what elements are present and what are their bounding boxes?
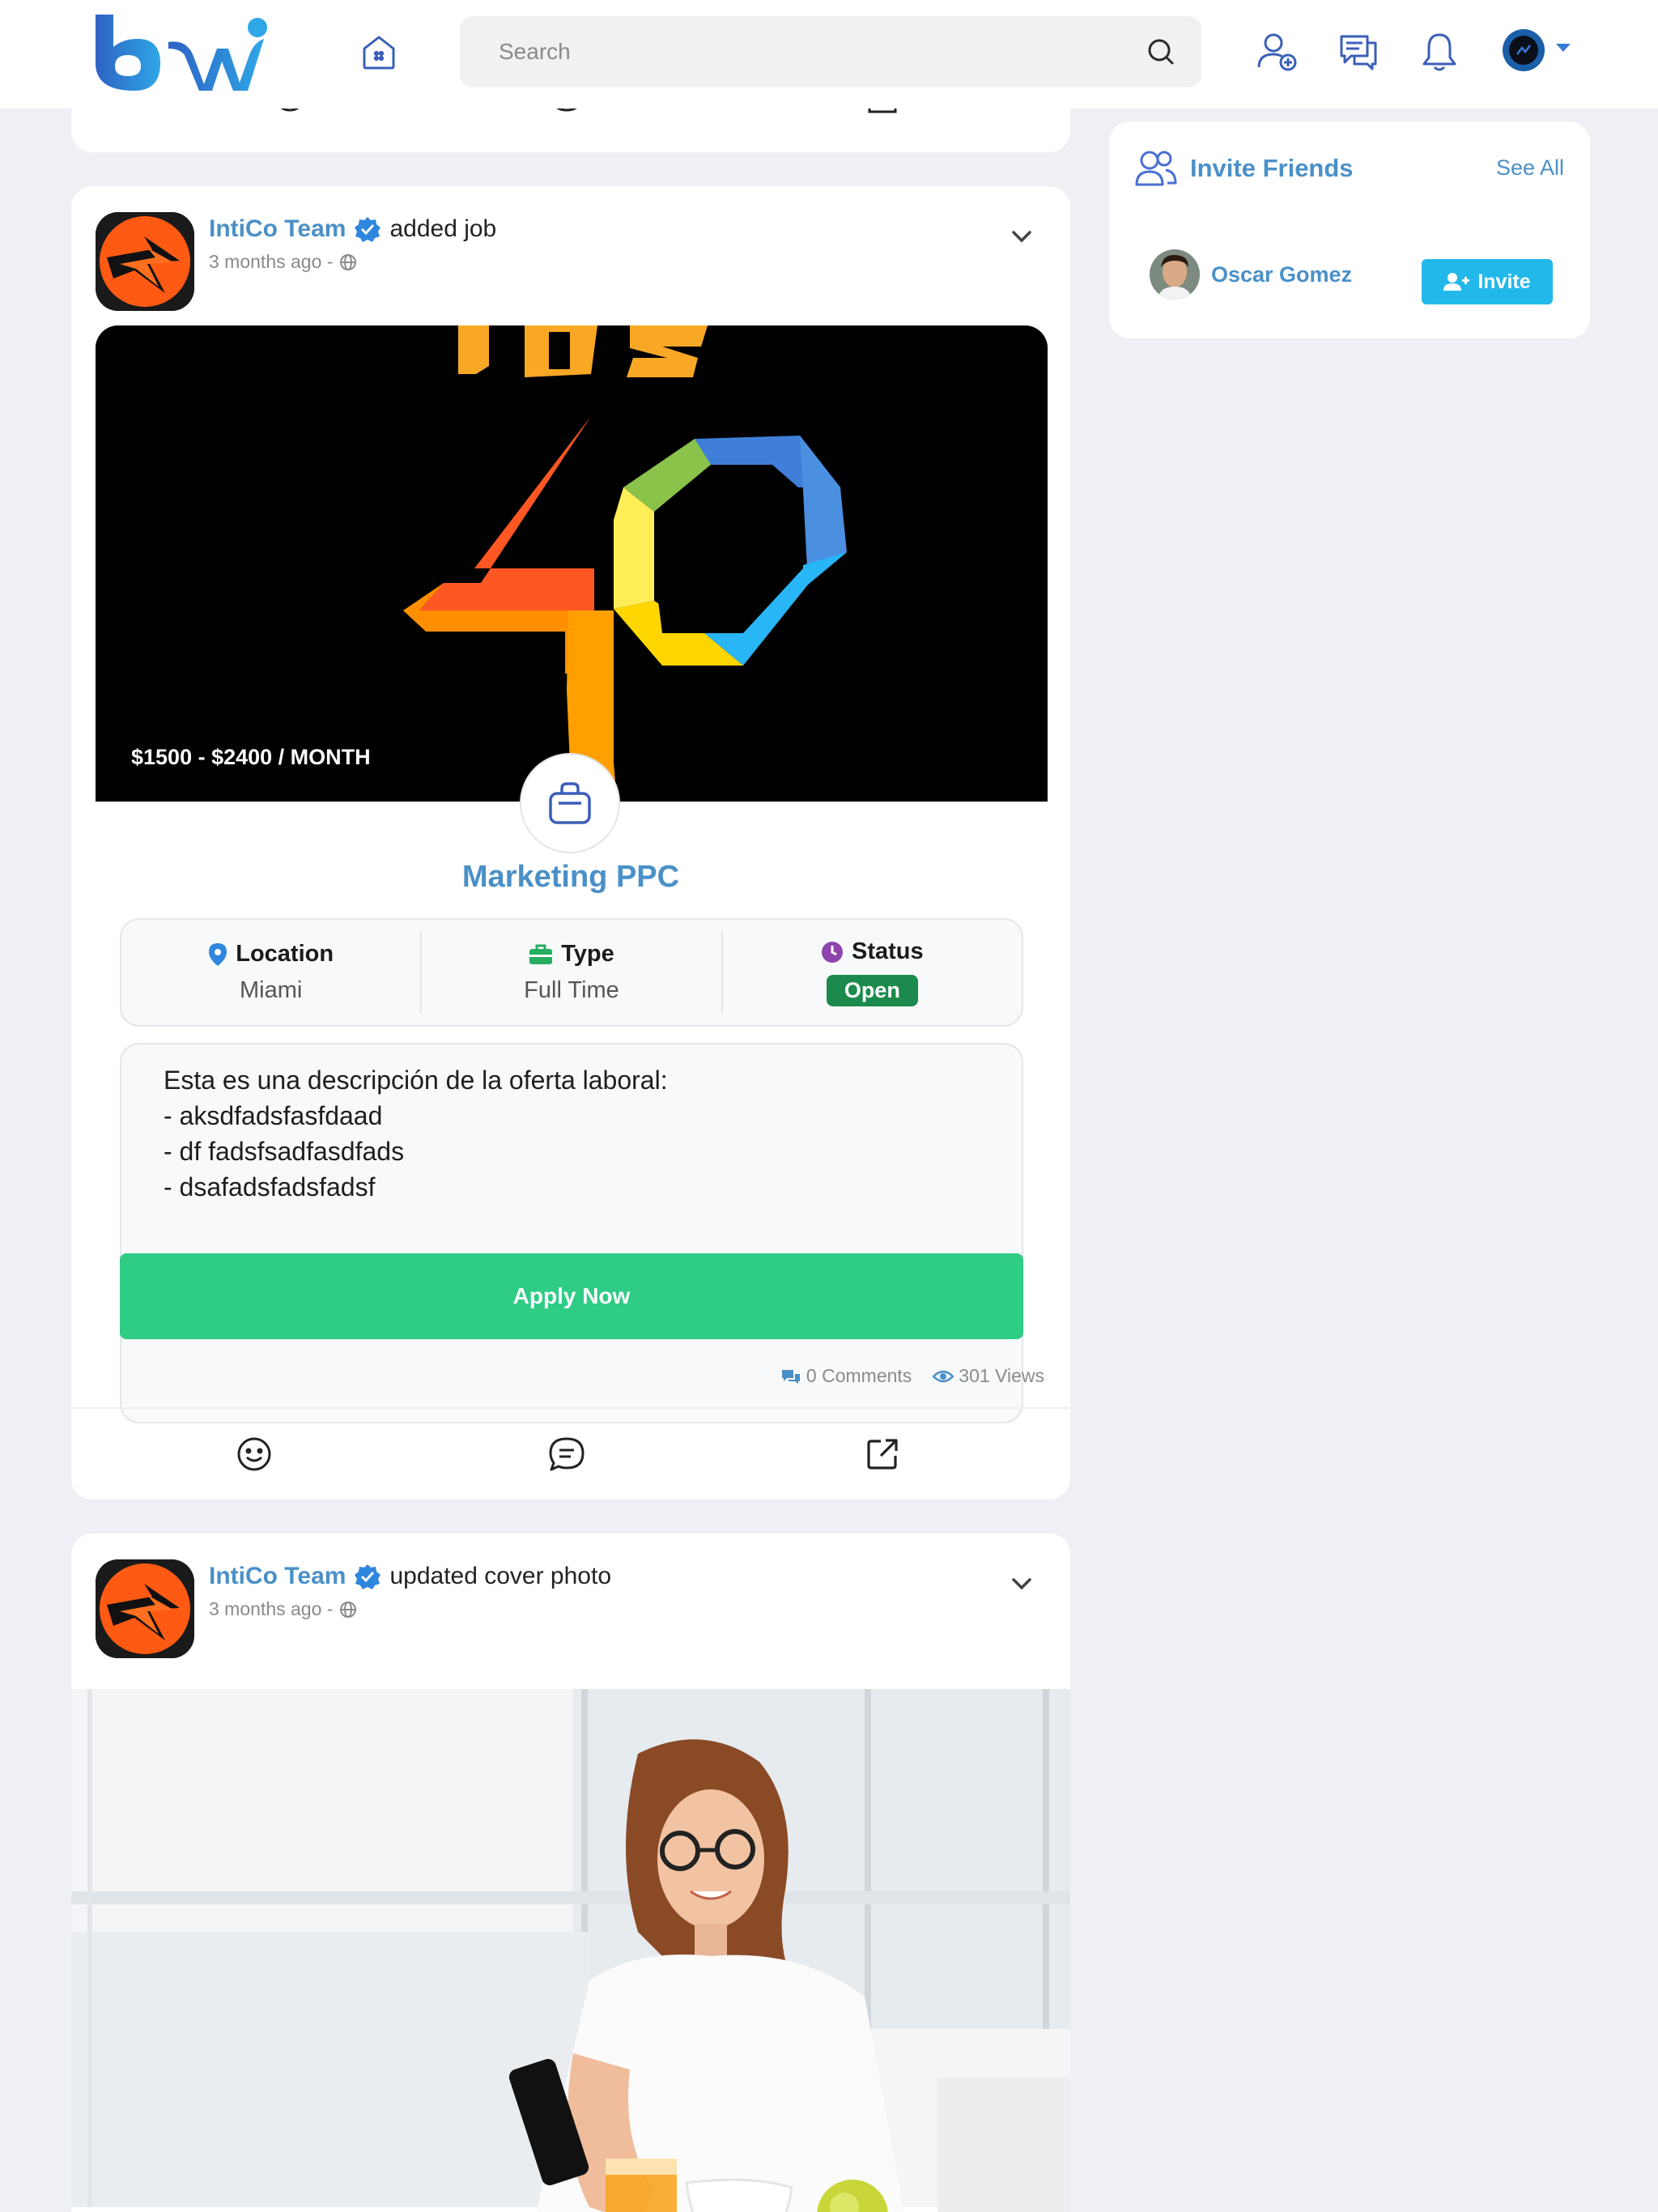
timestamp-text: 3 months ago - (209, 1598, 334, 1619)
caret-down-icon[interactable] (1556, 44, 1571, 52)
post-timestamp: 3 months ago - (209, 251, 357, 273)
post-action-text: updated cover photo (389, 1563, 611, 1589)
clock-icon (822, 941, 843, 963)
messages-icon[interactable] (1333, 26, 1384, 78)
share-icon[interactable] (861, 1433, 903, 1475)
post-action-text: added job (389, 215, 497, 242)
app-logo[interactable] (91, 10, 269, 97)
job-post-card: IntiCo Team added job 3 months ago - $15… (71, 186, 1070, 1499)
cover-photo-post-card: IntiCo Team updated cover photo 3 months… (71, 1534, 1070, 2212)
location-value: Miami (239, 977, 303, 1003)
friend-avatar[interactable] (1150, 249, 1200, 300)
top-navigation-bar (0, 0, 1658, 108)
comments-text: 0 Comments (806, 1365, 912, 1386)
shopping-bag-icon (549, 782, 591, 824)
post-header: IntiCo Team updated cover photo (209, 1563, 611, 1590)
job-cover-image: $1500 - $2400 / MONTH (96, 325, 1048, 802)
globe-icon (340, 253, 357, 270)
job-title[interactable]: Marketing PPC (71, 860, 1070, 895)
invite-friends-header: Invite Friends (1135, 149, 1354, 188)
location-label: Location (236, 941, 334, 967)
cover-photo-image[interactable] (71, 1689, 1070, 2212)
comment-icon[interactable] (546, 1433, 588, 1475)
invite-friends-widget: Invite Friends See All Oscar Gomez Invit… (1109, 121, 1590, 338)
search-input[interactable] (499, 39, 1145, 65)
post-options-chevron-icon[interactable] (1005, 220, 1038, 253)
author-avatar[interactable] (96, 1559, 194, 1658)
invite-button-label: Invite (1477, 270, 1531, 293)
friend-name[interactable]: Oscar Gomez (1211, 262, 1352, 287)
post-timestamp: 3 months ago - (209, 1598, 357, 1620)
post-header: IntiCo Team added job (209, 215, 496, 243)
verified-badge-icon (355, 1564, 381, 1589)
status-badge: Open (826, 975, 918, 1006)
type-label: Type (561, 941, 614, 967)
globe-icon (340, 1601, 357, 1618)
add-friend-icon[interactable] (1252, 26, 1303, 78)
search-bar (460, 16, 1201, 87)
user-avatar[interactable] (1503, 29, 1545, 71)
divider (71, 1407, 1070, 1409)
description-line: - dsafadsfadsfadsf (164, 1172, 376, 1202)
post-actions (71, 1433, 1070, 1478)
invite-button[interactable]: Invite (1422, 259, 1553, 304)
notifications-bell-icon[interactable] (1414, 26, 1465, 78)
eye-icon (933, 1370, 954, 1382)
views-text: 301 Views (959, 1365, 1044, 1386)
author-name[interactable]: IntiCo Team (209, 215, 346, 243)
job-briefcase-badge (520, 753, 620, 853)
description-line: - aksdfadsfasfdaad (164, 1101, 383, 1130)
briefcase-icon (529, 944, 553, 964)
add-user-icon (1443, 273, 1470, 291)
comments-icon (781, 1369, 800, 1384)
post-options-chevron-icon[interactable] (1005, 1568, 1038, 1600)
los40-logo-image (96, 325, 1048, 802)
author-avatar[interactable] (96, 212, 194, 311)
see-all-link[interactable]: See All (1496, 155, 1564, 181)
job-info-box: Location Miami Type Full Time Status Ope… (120, 918, 1023, 1027)
job-location: Location Miami (121, 920, 420, 1025)
status-label: Status (852, 938, 924, 964)
invite-friends-title: Invite Friends (1190, 154, 1354, 182)
job-status: Status Open (721, 931, 1022, 1014)
timestamp-text: 3 months ago - (209, 251, 334, 272)
friends-icon (1135, 151, 1177, 186)
apply-now-button[interactable]: Apply Now (120, 1253, 1023, 1339)
description-line: - df fadsfsadfasdfads (164, 1137, 405, 1166)
description-line: Esta es una descripción de la oferta lab… (164, 1066, 668, 1095)
post-stats: 0 Comments 301 Views (780, 1365, 1044, 1387)
type-value: Full Time (524, 977, 619, 1003)
job-salary: $1500 - $2400 / MONTH (131, 745, 371, 769)
search-icon[interactable] (1145, 36, 1177, 68)
comments-count[interactable]: 0 Comments (780, 1365, 912, 1387)
home-icon[interactable] (355, 28, 403, 76)
location-pin-icon (209, 942, 227, 966)
verified-badge-icon (355, 217, 381, 242)
views-count: 301 Views (933, 1365, 1044, 1387)
react-smile-icon[interactable] (233, 1433, 275, 1475)
author-name[interactable]: IntiCo Team (209, 1563, 346, 1590)
job-type: Type Full Time (420, 931, 721, 1014)
